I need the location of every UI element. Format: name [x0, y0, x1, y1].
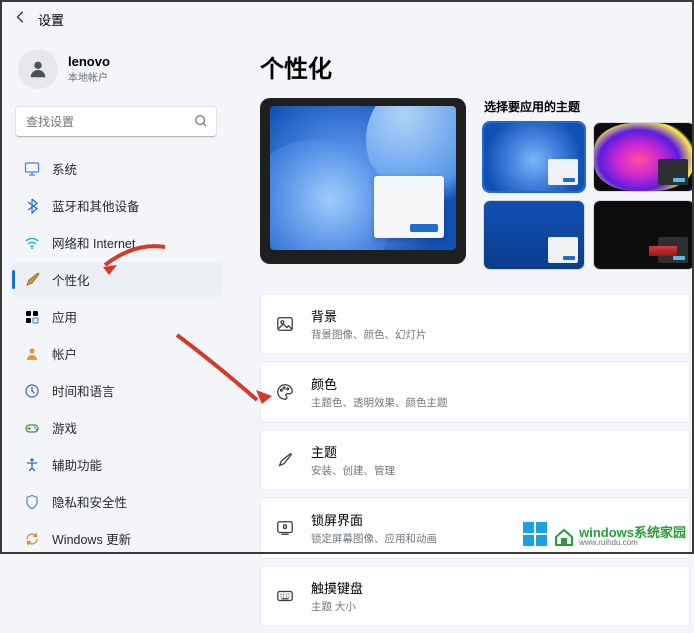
setting-title: 背景	[311, 306, 427, 325]
setting-sub: 主题 大小	[311, 599, 363, 614]
wifi-icon	[24, 235, 40, 251]
theme-thumb-blue[interactable]	[484, 201, 584, 269]
user-subtitle: 本地帐户	[68, 69, 110, 84]
sidebar-item-label: 游戏	[52, 418, 77, 437]
accessibility-icon	[24, 457, 40, 473]
sidebar-item-windows-update[interactable]: Windows 更新	[12, 521, 222, 556]
user-block[interactable]: lenovo 本地帐户	[12, 43, 222, 103]
sidebar-item-label: Windows 更新	[52, 529, 131, 548]
sidebar-item-gaming[interactable]: 游戏	[12, 410, 222, 445]
setting-row-lockscreen[interactable]: 锁屏界面 锁定屏幕图像、应用和动画	[260, 497, 690, 559]
sidebar-item-apps[interactable]: 应用	[12, 299, 222, 334]
setting-row-background[interactable]: 背景 背景图像、颜色、幻灯片	[260, 293, 690, 355]
sidebar-item-accounts[interactable]: 帐户	[12, 336, 222, 371]
bluetooth-icon	[24, 198, 40, 214]
theme-thumb-dark[interactable]	[594, 201, 694, 269]
theme-thumb-light-blue[interactable]	[484, 123, 584, 191]
sidebar-item-label: 时间和语言	[52, 381, 115, 400]
sidebar-item-label: 网络和 Internet	[52, 233, 135, 252]
back-icon[interactable]	[14, 10, 28, 29]
setting-title: 主题	[311, 442, 395, 461]
sidebar-item-label: 隐私和安全性	[52, 492, 127, 511]
sidebar-item-label: 帐户	[52, 344, 77, 363]
sidebar-item-bluetooth[interactable]: 蓝牙和其他设备	[12, 188, 222, 223]
page-title: 个性化	[260, 49, 694, 84]
avatar	[18, 49, 58, 89]
search-input[interactable]	[16, 107, 216, 137]
keyboard-icon	[275, 587, 295, 605]
app-title: 设置	[38, 10, 64, 29]
sidebar-item-network[interactable]: 网络和 Internet	[12, 225, 222, 260]
person-icon	[24, 346, 40, 362]
main-content: 个性化 选择要应用的主题 背景 背景图像、颜色、幻灯片	[230, 39, 694, 633]
sidebar-item-label: 蓝牙和其他设备	[52, 196, 140, 215]
setting-title: 颜色	[311, 374, 448, 393]
theme-thumb-dark-flower[interactable]	[594, 123, 694, 191]
setting-sub: 主题色、透明效果、颜色主题	[311, 395, 448, 410]
brush-icon	[275, 451, 295, 469]
paintbrush-icon	[24, 272, 40, 288]
clock-globe-icon	[24, 383, 40, 399]
update-icon	[24, 531, 40, 547]
lockscreen-icon	[275, 519, 295, 537]
sidebar-item-label: 系统	[52, 159, 77, 178]
setting-sub: 背景图像、颜色、幻灯片	[311, 327, 427, 342]
palette-icon	[275, 383, 295, 401]
gaming-icon	[24, 420, 40, 436]
setting-row-themes[interactable]: 主题 安装、创建、管理	[260, 429, 690, 491]
sidebar-item-time-lang[interactable]: 时间和语言	[12, 373, 222, 408]
image-icon	[275, 315, 295, 333]
shield-icon	[24, 494, 40, 510]
search-icon	[194, 114, 208, 133]
sidebar-item-privacy[interactable]: 隐私和安全性	[12, 484, 222, 519]
sidebar-item-system[interactable]: 系统	[12, 151, 222, 186]
setting-sub: 锁定屏幕图像、应用和动画	[311, 531, 437, 546]
sidebar-item-accessibility[interactable]: 辅助功能	[12, 447, 222, 482]
setting-title: 锁屏界面	[311, 510, 437, 529]
user-name: lenovo	[68, 54, 110, 69]
setting-title: 触摸键盘	[311, 578, 363, 597]
setting-row-touchkeyboard[interactable]: 触摸键盘 主题 大小	[260, 565, 690, 627]
sidebar: lenovo 本地帐户 系统 蓝牙和其他设备 网络和	[0, 39, 230, 633]
sidebar-item-personalization[interactable]: 个性化	[12, 262, 222, 297]
setting-sub: 安装、创建、管理	[311, 463, 395, 478]
sidebar-item-label: 个性化	[52, 270, 90, 289]
desktop-preview	[260, 98, 466, 264]
setting-row-colors[interactable]: 颜色 主题色、透明效果、颜色主题	[260, 361, 690, 423]
apps-icon	[24, 309, 40, 325]
sidebar-item-label: 应用	[52, 307, 77, 326]
theme-picker-label: 选择要应用的主题	[484, 98, 694, 115]
sidebar-item-label: 辅助功能	[52, 455, 102, 474]
monitor-icon	[24, 161, 40, 177]
